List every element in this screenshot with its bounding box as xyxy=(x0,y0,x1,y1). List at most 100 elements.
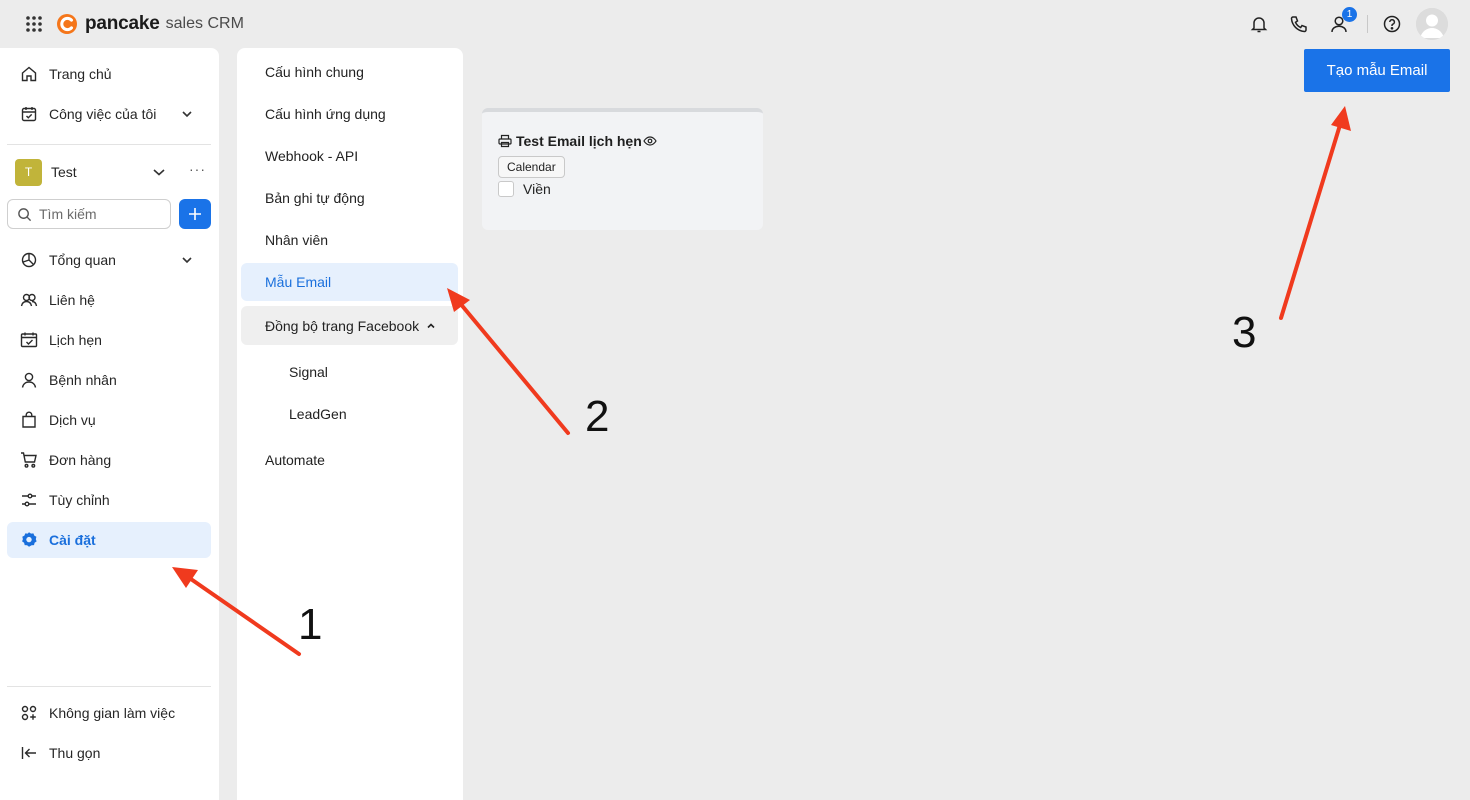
checkbox-box[interactable] xyxy=(498,181,514,197)
sidebar-item-label: Tùy chỉnh xyxy=(49,492,110,508)
settings-item-label: Đồng bộ trang Facebook xyxy=(265,317,420,334)
sidebar-divider xyxy=(7,686,211,687)
settings-item-label: Cấu hình ứng dụng xyxy=(265,106,386,122)
settings-menu: Cấu hình chung Cấu hình ứng dụng Webhook… xyxy=(237,48,463,800)
pie-chart-icon xyxy=(21,252,37,268)
search-box[interactable] xyxy=(7,199,171,229)
sidebar: Trang chủ Công việc của tôi T Test ··· T… xyxy=(0,48,219,800)
template-title: Test Email lịch hẹn xyxy=(498,133,657,149)
settings-item-label: Automate xyxy=(265,452,325,468)
search-input[interactable] xyxy=(39,206,159,222)
top-bar: pancake sales CRM 1 xyxy=(0,0,1470,48)
settings-item-leadgen[interactable]: LeadGen xyxy=(241,395,458,433)
workspace-avatar: T xyxy=(15,158,42,186)
sidebar-divider xyxy=(7,144,211,145)
phone-icon[interactable] xyxy=(1289,14,1309,34)
settings-item-label: Nhân viên xyxy=(265,232,329,248)
chevron-down-icon[interactable] xyxy=(180,253,194,267)
settings-item-auto-records[interactable]: Bản ghi tự động xyxy=(241,179,458,217)
user-avatar-icon xyxy=(1416,8,1448,40)
workspace-selector[interactable]: T Test ··· xyxy=(15,158,211,186)
chevron-down-icon[interactable] xyxy=(180,107,194,121)
settings-item-facebook-sync[interactable]: Đồng bộ trang Facebook xyxy=(241,306,458,345)
contacts-icon xyxy=(20,293,38,307)
brand-product: sales CRM xyxy=(165,15,244,32)
cart-icon xyxy=(21,452,37,468)
sidebar-item-settings[interactable]: Cài đặt xyxy=(7,522,211,558)
sidebar-collapse-button[interactable]: Thu gọn xyxy=(7,735,211,771)
brand-name: pancake xyxy=(85,13,160,34)
sidebar-item-label: Tổng quan xyxy=(49,252,116,268)
shopping-bag-icon xyxy=(22,411,36,428)
settings-item-email-templates[interactable]: Mẫu Email xyxy=(241,263,458,301)
sidebar-item-label: Bệnh nhân xyxy=(49,372,117,388)
settings-item-label: Signal xyxy=(289,364,328,380)
sidebar-item-contacts[interactable]: Liên hệ xyxy=(7,282,211,318)
sidebar-item-my-tasks[interactable]: Công việc của tôi xyxy=(7,96,211,132)
sidebar-item-services[interactable]: Dịch vụ xyxy=(7,402,211,438)
sidebar-item-label: Không gian làm việc xyxy=(49,705,176,721)
chevron-up-icon[interactable] xyxy=(425,320,437,332)
sidebar-item-label: Cài đặt xyxy=(49,532,96,548)
sidebar-item-label: Công việc của tôi xyxy=(49,106,157,122)
annotation-label-1: 1 xyxy=(298,600,323,649)
sidebar-item-workspaces[interactable]: Không gian làm việc xyxy=(7,695,211,731)
collapse-icon xyxy=(21,747,36,759)
workspace-more-button[interactable]: ··· xyxy=(189,161,206,177)
chevron-down-icon[interactable] xyxy=(152,165,166,179)
template-title-text: Test Email lịch hẹn xyxy=(516,133,642,149)
search-icon xyxy=(18,207,32,221)
notification-badge: 1 xyxy=(1342,7,1357,22)
sidebar-item-label: Trang chủ xyxy=(49,66,112,82)
arrow-2 xyxy=(457,300,570,435)
sidebar-item-patients[interactable]: Bệnh nhân xyxy=(7,362,211,398)
sidebar-item-label: Lịch hẹn xyxy=(49,332,102,348)
settings-item-staff[interactable]: Nhân viên xyxy=(241,221,458,259)
bell-icon[interactable] xyxy=(1249,14,1269,34)
sidebar-item-label: Liên hệ xyxy=(49,292,95,308)
gear-icon xyxy=(22,532,37,547)
arrow-3 xyxy=(1279,123,1342,320)
settings-item-label: Webhook - API xyxy=(265,148,359,164)
topbar-divider xyxy=(1367,15,1368,33)
border-checkbox[interactable]: Viền xyxy=(498,181,551,197)
workspace-icon xyxy=(21,705,37,721)
sidebar-item-overview[interactable]: Tổng quan xyxy=(7,242,211,278)
arrowhead-3 xyxy=(1331,106,1351,131)
settings-item-label: Cấu hình chung xyxy=(265,64,364,80)
brand-logo[interactable]: pancake sales CRM xyxy=(56,13,244,35)
email-template-card[interactable]: Test Email lịch hẹn Calendar Viền xyxy=(482,108,763,230)
settings-item-general[interactable]: Cấu hình chung xyxy=(241,53,458,91)
settings-item-webhook-api[interactable]: Webhook - API xyxy=(241,137,458,175)
sidebar-item-orders[interactable]: Đơn hàng xyxy=(7,442,211,478)
sidebar-item-label: Dịch vụ xyxy=(49,412,96,428)
annotation-label-3: 3 xyxy=(1232,308,1257,357)
printer-icon[interactable] xyxy=(498,134,512,148)
settings-item-label: Bản ghi tự động xyxy=(265,190,365,206)
sidebar-item-appointments[interactable]: Lịch hẹn xyxy=(7,322,211,358)
workspace-name: Test xyxy=(51,164,77,180)
avatar[interactable] xyxy=(1416,8,1448,40)
template-tag: Calendar xyxy=(498,156,565,178)
home-icon xyxy=(21,66,37,82)
settings-item-signal[interactable]: Signal xyxy=(241,353,458,391)
settings-item-app-config[interactable]: Cấu hình ứng dụng xyxy=(241,95,458,133)
pancake-logo-icon xyxy=(57,14,77,34)
person-icon xyxy=(21,372,37,388)
sidebar-item-customize[interactable]: Tùy chỉnh xyxy=(7,482,211,518)
checkbox-label: Viền xyxy=(523,181,551,197)
plus-icon xyxy=(189,208,201,220)
sidebar-item-home[interactable]: Trang chủ xyxy=(7,56,211,92)
add-button[interactable] xyxy=(179,199,211,229)
settings-item-automate[interactable]: Automate xyxy=(241,441,458,479)
create-email-template-button[interactable]: Tạo mẫu Email xyxy=(1304,49,1450,92)
settings-item-label: LeadGen xyxy=(289,406,347,422)
eye-icon[interactable] xyxy=(643,134,657,148)
settings-item-label: Mẫu Email xyxy=(265,274,332,290)
sidebar-item-label: Thu gọn xyxy=(49,745,101,761)
apps-grid-icon[interactable] xyxy=(25,15,43,33)
calendar-check-icon xyxy=(20,332,38,348)
annotation-label-2: 2 xyxy=(585,392,610,441)
sliders-icon xyxy=(22,493,36,507)
help-icon[interactable] xyxy=(1382,14,1402,34)
